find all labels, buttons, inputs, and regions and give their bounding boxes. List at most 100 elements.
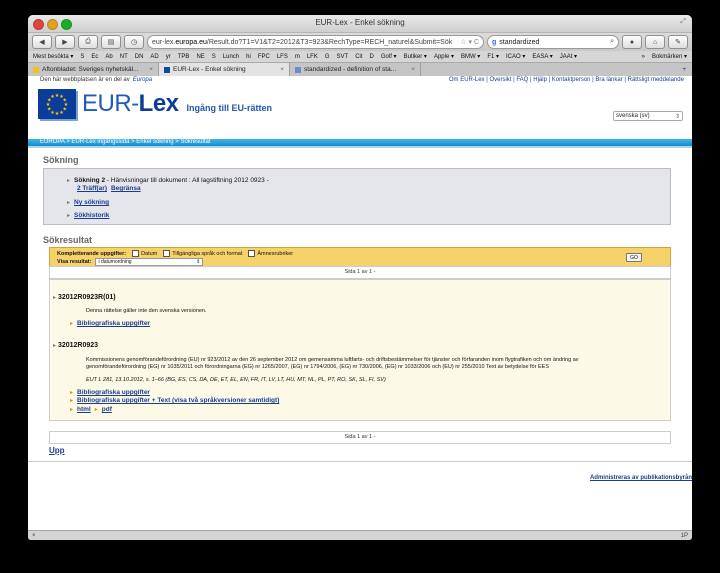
bullet-icon: ▸	[67, 178, 71, 184]
home-icon[interactable]: ⌂	[645, 35, 665, 49]
search-value: standardized	[499, 38, 540, 46]
site-tagline: Ingång till EU-rätten	[186, 103, 273, 113]
expand-icon[interactable]: ▸	[53, 343, 56, 349]
svg-text:★: ★	[63, 98, 68, 104]
bookmarks-menu[interactable]: Bokmärken ▾	[652, 53, 687, 60]
url-actions[interactable]: ☆ ▾ C	[460, 38, 479, 46]
header-links[interactable]: Om EUR-Lex | Översikt | FAQ | Hjälp | Ko…	[449, 77, 684, 83]
close-tab-icon[interactable]: ×	[149, 66, 153, 73]
result-1-id-text[interactable]: 32012R0923R(01)	[58, 294, 116, 301]
publications-office-link[interactable]: Administreras av publikationsbyrån	[590, 475, 692, 481]
eurlex-logo[interactable]: ★ ★ ★ ★ ★ ★ ★ ★ ★ ★ ★ ★ EUR-Lex Ingång till EU-rätt…	[38, 89, 272, 119]
new-tab-button[interactable]: +	[676, 63, 692, 76]
bookmark-item[interactable]: Lunch	[223, 54, 239, 60]
bookmark-item[interactable]: JAAt ▾	[560, 53, 577, 60]
bookmark-item[interactable]: ICAO ▾	[506, 53, 525, 60]
option-subject[interactable]: Ämnesrubriker	[248, 250, 293, 257]
result-2-biblio[interactable]: ▸ Bibliografiska uppgifter	[70, 389, 150, 396]
bookmark-item[interactable]: Apple ▾	[434, 53, 454, 60]
result-2-description: Kommissionens genomförandeförordning (EU…	[86, 357, 579, 370]
bookmark-item[interactable]: Golf ▾	[381, 53, 397, 60]
languages-checkbox[interactable]	[163, 250, 171, 257]
forward-button[interactable]: ▶	[55, 35, 75, 49]
bookmark-item[interactable]: F1 ▾	[487, 53, 499, 60]
bookmark-item[interactable]: S	[212, 54, 216, 60]
expand-icon[interactable]: ▸	[53, 295, 56, 301]
back-button[interactable]: ◀	[32, 35, 52, 49]
bookmark-item[interactable]: SVT	[337, 54, 349, 60]
option-languages-label: Tillgängliga språk och format	[172, 250, 243, 257]
result-2-id[interactable]: ▸ 32012R0923	[53, 342, 98, 349]
sort-order-select[interactable]: i datumordning ⇕	[95, 258, 204, 266]
search-bar[interactable]: g standardized ⌕	[487, 35, 619, 49]
close-tab-icon[interactable]: ×	[411, 66, 415, 73]
bookmark-item[interactable]: NE	[196, 54, 204, 60]
search-history-link[interactable]: Sökhistorik	[74, 212, 109, 219]
bookmark-item[interactable]: AD	[150, 54, 158, 60]
bullet-icon: ▸	[70, 390, 74, 396]
pdf-link[interactable]: pdf	[102, 406, 112, 413]
history-icon[interactable]: ◷	[124, 35, 144, 49]
print-icon[interactable]: ⎙	[78, 35, 98, 49]
option-date[interactable]: Datum	[132, 250, 157, 257]
bookmark-item[interactable]: LFK	[307, 54, 318, 60]
new-search-link[interactable]: Ny sökning	[74, 199, 109, 206]
bookmark-item[interactable]: D	[370, 54, 374, 60]
result-2-id-text[interactable]: 32012R0923	[58, 342, 98, 349]
bookmark-item[interactable]: Cit	[355, 54, 362, 60]
bookmarks-overflow-icon[interactable]: »	[642, 54, 645, 60]
result-2-biblio-text[interactable]: ▸ Bibliografiska uppgifter + Text (visa t…	[70, 397, 279, 404]
hits-link[interactable]: 2 Träff(ar)	[77, 185, 107, 192]
language-select[interactable]: svenska (sv) ⇕	[613, 111, 683, 121]
tab-definition[interactable]: standardized - definition of sta... ×	[290, 63, 421, 76]
subject-checkbox[interactable]	[248, 250, 256, 257]
result-1-biblio[interactable]: ▸ Bibliografiska uppgifter	[70, 320, 150, 327]
addon-icon[interactable]: ●	[622, 35, 642, 49]
options-row: Kompletterande uppgifter: Datum Tillgäng…	[57, 250, 293, 257]
search-query-row: ▸ Sökning 2 - Hänvisningar till dokument…	[67, 177, 269, 184]
bookmark-item[interactable]: hi	[246, 54, 251, 60]
date-checkbox[interactable]	[132, 250, 140, 257]
result-1-note: Denna rättelse gäller inte den svenska v…	[86, 308, 207, 314]
bookmark-item[interactable]: Ec	[91, 54, 98, 60]
site-note: Den här webbplatsen är en del av	[40, 77, 130, 83]
bookmark-item[interactable]: m	[295, 54, 300, 60]
bookmark-item[interactable]: EASA ▾	[532, 53, 552, 60]
download-icon[interactable]: ▤	[101, 35, 121, 49]
result-2-biblio-text-link[interactable]: Bibliografiska uppgifter + Text (visa tv…	[77, 397, 279, 404]
tools-icon[interactable]: ✎	[668, 35, 688, 49]
back-to-top-link[interactable]: Upp	[49, 446, 65, 455]
refine-link[interactable]: Begränsa	[111, 185, 141, 192]
bookmark-item[interactable]: Ab	[105, 54, 112, 60]
bookmarks-bar: Mest besökta ▾ S Ec Ab NT DN AD yr TPB NE S Lunch hi…	[28, 51, 692, 63]
bookmark-item[interactable]: Mest besökta ▾	[33, 53, 73, 60]
breadcrumb[interactable]: EUROPA > EUR-Lex ingångssida > Enkel sök…	[28, 139, 692, 146]
bookmark-item[interactable]: Butiker ▾	[404, 53, 427, 60]
bookmark-item[interactable]: FPC	[258, 54, 270, 60]
logo-eur: EUR-	[82, 90, 139, 117]
bookmark-item[interactable]: yr	[166, 54, 171, 60]
tab-aftonbladet[interactable]: Aftonbladet: Sveriges nyhetskäl... ×	[28, 63, 159, 76]
go-button[interactable]: GO	[626, 253, 642, 262]
result-1-biblio-link[interactable]: Bibliografiska uppgifter	[77, 320, 150, 327]
fullscreen-icon[interactable]: ⤢	[680, 18, 686, 26]
bookmark-item[interactable]: G	[325, 54, 330, 60]
addon-bar-close-icon[interactable]: ×	[32, 533, 36, 539]
bookmark-item[interactable]: S	[80, 54, 84, 60]
europa-link[interactable]: Europa	[133, 77, 152, 83]
result-2-biblio-link[interactable]: Bibliografiska uppgifter	[77, 389, 150, 396]
option-languages[interactable]: Tillgängliga språk och format	[163, 250, 242, 257]
url-bar[interactable]: eur-lex. europa.eu/Result.do?T1=V1&T2=201…	[147, 35, 484, 49]
tab-label: Aftonbladet: Sveriges nyhetskäl...	[42, 66, 139, 73]
bookmark-item[interactable]: BMW ▾	[461, 53, 480, 60]
bookmark-item[interactable]: TPB	[178, 54, 190, 60]
bookmark-item[interactable]: LFS	[277, 54, 288, 60]
search-icon[interactable]: ⌕	[610, 38, 614, 46]
tab-eurlex[interactable]: EUR-Lex - Enkel sökning ×	[159, 63, 290, 76]
html-link[interactable]: html	[77, 406, 91, 413]
bookmark-item[interactable]: NT	[120, 54, 128, 60]
close-tab-icon[interactable]: ×	[280, 66, 284, 73]
tab-strip: Aftonbladet: Sveriges nyhetskäl... × EUR-…	[28, 63, 692, 77]
bookmark-item[interactable]: DN	[135, 54, 144, 60]
result-1-id[interactable]: ▸ 32012R0923R(01)	[53, 294, 116, 301]
